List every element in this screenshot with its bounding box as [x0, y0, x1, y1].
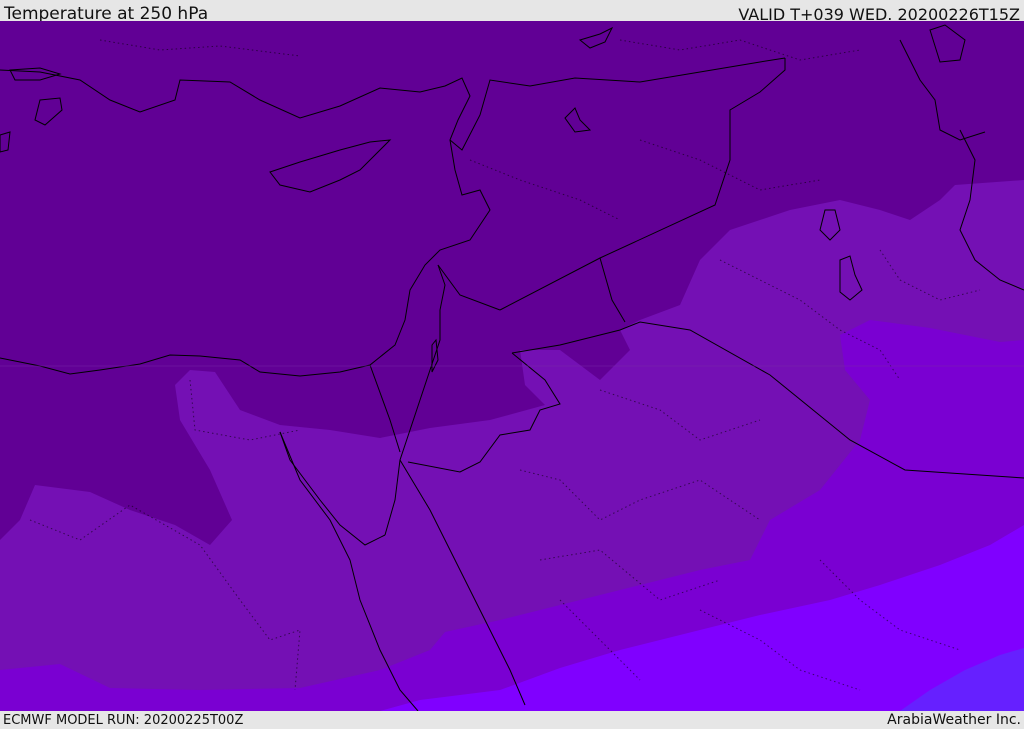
header-bar: Temperature at 250 hPa VALID T+039 WED. …: [0, 0, 1024, 24]
footer-bar: ECMWF MODEL RUN: 20200225T00Z ArabiaWeat…: [0, 711, 1024, 729]
credit-label: ArabiaWeather Inc.: [887, 712, 1021, 728]
weather-map: [0, 21, 1024, 711]
model-run-label: ECMWF MODEL RUN: 20200225T00Z: [3, 713, 244, 728]
